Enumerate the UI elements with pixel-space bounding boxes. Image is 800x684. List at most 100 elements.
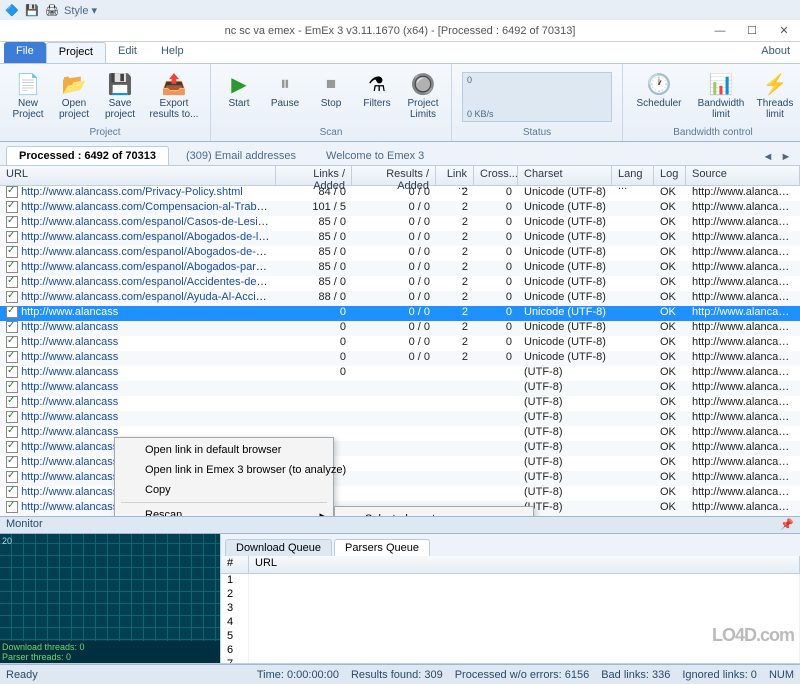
- queue-row[interactable]: 1: [221, 574, 800, 588]
- queue-row[interactable]: 6: [221, 644, 800, 658]
- save-project-button[interactable]: 💾Save project: [98, 68, 142, 126]
- filters-button[interactable]: ⚗Filters: [355, 68, 399, 126]
- checkbox-icon[interactable]: [6, 411, 18, 423]
- checkbox-icon[interactable]: [6, 471, 18, 483]
- table-row[interactable]: http://www.alancass.com/espanol/Casos-de…: [0, 216, 800, 231]
- context-item[interactable]: Copy: [117, 480, 331, 500]
- checkbox-icon[interactable]: [6, 306, 18, 318]
- checkbox-icon[interactable]: [6, 486, 18, 498]
- queue-row[interactable]: 3: [221, 602, 800, 616]
- menu-about[interactable]: About: [751, 42, 800, 63]
- start-button[interactable]: ▶Start: [217, 68, 261, 126]
- checkbox-icon[interactable]: [6, 426, 18, 438]
- table-row[interactable]: http://www.alancass.com/espanol/Ayuda-Al…: [0, 291, 800, 306]
- checkbox-icon[interactable]: [6, 321, 18, 333]
- open-project-button[interactable]: 📂Open project: [52, 68, 96, 126]
- pin-icon[interactable]: 📌: [780, 518, 794, 532]
- checkbox-icon[interactable]: [6, 366, 18, 378]
- checkbox-icon[interactable]: [6, 501, 18, 513]
- table-row[interactable]: http://www.alancass00 / 020Unicode (UTF-…: [0, 351, 800, 366]
- col-links[interactable]: Links / Added: [276, 166, 352, 185]
- col-log[interactable]: Log: [654, 166, 686, 185]
- stop-icon: ⏹: [317, 70, 345, 98]
- col-results[interactable]: Results / Added: [352, 166, 436, 185]
- style-dropdown[interactable]: Style ▾: [64, 4, 97, 17]
- export-button[interactable]: 📤Export results to...: [144, 68, 204, 126]
- print-icon[interactable]: 🖨: [44, 2, 60, 18]
- table-row[interactable]: http://www.alancass.com/Compensacion-al-…: [0, 201, 800, 216]
- table-row[interactable]: http://www.alancass.com/espanol/Abogados…: [0, 231, 800, 246]
- save-icon: 💾: [106, 70, 134, 98]
- table-row[interactable]: http://www.alancass.com/Privacy-Policy.s…: [0, 186, 800, 201]
- checkbox-icon[interactable]: [6, 201, 18, 213]
- table-row[interactable]: http://www.alancass00 / 020Unicode (UTF-…: [0, 321, 800, 336]
- checkbox-icon[interactable]: [6, 246, 18, 258]
- table-row[interactable]: http://www.alancass.com/espanol/Abogados…: [0, 246, 800, 261]
- bandwidth-button[interactable]: 📊Bandwidth limit: [691, 68, 751, 126]
- tab-welcome[interactable]: Welcome to Emex 3: [313, 146, 437, 165]
- menu-file[interactable]: File: [4, 42, 46, 63]
- context-item[interactable]: Open link in Emex 3 browser (to analyze): [117, 460, 331, 480]
- qcol-url[interactable]: URL: [249, 556, 800, 573]
- minimize-button[interactable]: —: [708, 23, 732, 39]
- qcol-num[interactable]: #: [221, 556, 249, 573]
- menu-help[interactable]: Help: [149, 42, 196, 63]
- tab-parsers-queue[interactable]: Parsers Queue: [334, 539, 430, 556]
- pause-button[interactable]: ⏸Pause: [263, 68, 307, 126]
- checkbox-icon[interactable]: [6, 336, 18, 348]
- col-source[interactable]: Source: [686, 166, 800, 185]
- context-submenu: Selected resutsContains the stringBy Dee…: [334, 506, 534, 516]
- table-row[interactable]: http://www.alancass0(UTF-8)OKhttp://www.…: [0, 366, 800, 381]
- col-url[interactable]: URL: [0, 166, 276, 185]
- queue-row[interactable]: 2: [221, 588, 800, 602]
- checkbox-icon[interactable]: [6, 216, 18, 228]
- checkbox-icon[interactable]: [6, 351, 18, 363]
- queue-row[interactable]: 7: [221, 658, 800, 663]
- tab-prev-icon[interactable]: ◄: [760, 149, 776, 165]
- checkbox-icon[interactable]: [6, 231, 18, 243]
- stop-button[interactable]: ⏹Stop: [309, 68, 353, 126]
- app-icon: 🔷: [4, 2, 20, 18]
- checkbox-icon[interactable]: [6, 381, 18, 393]
- context-item[interactable]: Open link in default browser: [117, 440, 331, 460]
- table-row[interactable]: http://www.alancass.com/espanol/Abogados…: [0, 261, 800, 276]
- table-row[interactable]: http://www.alancass.com/espanol/Accident…: [0, 276, 800, 291]
- save-icon[interactable]: 💾: [24, 2, 40, 18]
- checkbox-icon[interactable]: [6, 396, 18, 408]
- tab-emails[interactable]: (309) Email addresses: [173, 146, 309, 165]
- checkbox-icon[interactable]: [6, 441, 18, 453]
- col-lang[interactable]: Lang ...: [612, 166, 654, 185]
- quick-access-toolbar: 🔷 💾 🖨 Style ▾: [0, 0, 800, 20]
- window-title: nc sc va emex - EmEx 3 v3.11.1670 (x64) …: [225, 25, 576, 37]
- table-row[interactable]: http://www.alancass(UTF-8)OKhttp://www.a…: [0, 381, 800, 396]
- limits-button[interactable]: 🔘Project Limits: [401, 68, 445, 126]
- scheduler-button[interactable]: 🕐Scheduler: [629, 68, 689, 126]
- menu-project[interactable]: Project: [46, 42, 106, 63]
- tab-download-queue[interactable]: Download Queue: [225, 539, 332, 556]
- checkbox-icon[interactable]: [6, 276, 18, 288]
- col-link2[interactable]: Link ...: [436, 166, 474, 185]
- tab-next-icon[interactable]: ►: [778, 149, 794, 165]
- checkbox-icon[interactable]: [6, 261, 18, 273]
- ribbon: 📄New Project 📂Open project 💾Save project…: [0, 64, 800, 142]
- close-button[interactable]: ✕: [772, 23, 796, 39]
- table-row[interactable]: http://www.alancass00 / 020Unicode (UTF-…: [0, 306, 800, 321]
- context-item[interactable]: Selected resuts: [337, 509, 531, 516]
- status-bad: Bad links: 336: [601, 669, 670, 681]
- menu-edit[interactable]: Edit: [106, 42, 149, 63]
- queue-row[interactable]: 5: [221, 630, 800, 644]
- col-charset[interactable]: Charset: [518, 166, 612, 185]
- tab-processed[interactable]: Processed : 6492 of 70313: [6, 146, 169, 165]
- checkbox-icon[interactable]: [6, 291, 18, 303]
- checkbox-icon[interactable]: [6, 186, 18, 198]
- table-row[interactable]: http://www.alancass(UTF-8)OKhttp://www.a…: [0, 396, 800, 411]
- new-project-button[interactable]: 📄New Project: [6, 68, 50, 126]
- queue-row[interactable]: 4: [221, 616, 800, 630]
- table-row[interactable]: http://www.alancass(UTF-8)OKhttp://www.a…: [0, 411, 800, 426]
- table-row[interactable]: http://www.alancass00 / 020Unicode (UTF-…: [0, 336, 800, 351]
- maximize-button[interactable]: ☐: [740, 23, 764, 39]
- col-cross[interactable]: Cross...: [474, 166, 518, 185]
- threads-button[interactable]: ⚡Threads limit: [753, 68, 797, 126]
- checkbox-icon[interactable]: [6, 456, 18, 468]
- context-item[interactable]: Rescan...▸: [117, 505, 331, 516]
